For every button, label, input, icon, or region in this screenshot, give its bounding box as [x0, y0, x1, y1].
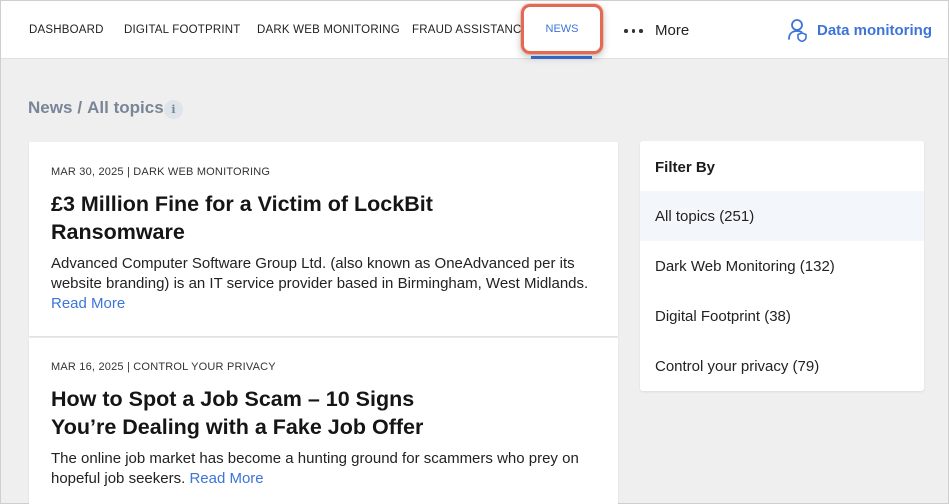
breadcrumb-separator: /	[77, 98, 83, 117]
filter-panel: Filter By All topics (251) Dark Web Moni…	[640, 141, 924, 391]
article-title[interactable]: £3 Million Fine for a Victim of LockBit …	[51, 190, 471, 246]
article-excerpt: Advanced Computer Software Group Ltd. (a…	[51, 254, 601, 314]
article-title-line: How to Spot a Job Scam – 10 Signs	[51, 387, 415, 411]
data-monitoring-label: Data monitoring	[817, 21, 932, 39]
article-title-line: You’re Dealing with a Fake Job Offer	[51, 415, 424, 439]
data-monitoring-button[interactable]: Data monitoring	[787, 1, 932, 59]
article-meta: MAR 30, 2025 | DARK WEB MONITORING	[51, 166, 271, 178]
read-more-link[interactable]: Read More	[51, 295, 125, 312]
nav-fraud-assistance[interactable]: FRAUD ASSISTANCE	[412, 1, 529, 59]
filter-item-digital-footprint[interactable]: Digital Footprint (38)	[640, 291, 924, 341]
filter-item-dark-web-monitoring[interactable]: Dark Web Monitoring (132)	[640, 241, 924, 291]
filter-title: Filter By	[655, 159, 716, 176]
article-excerpt-line: Advanced Computer Software Group Ltd. (a…	[51, 255, 575, 272]
breadcrumb: News / All topics	[28, 98, 164, 118]
article-title[interactable]: How to Spot a Job Scam – 10 Signs You’re…	[51, 385, 471, 441]
nav-dark-web-monitoring[interactable]: DARK WEB MONITORING	[257, 1, 400, 59]
nav-news[interactable]: NEWS	[521, 4, 603, 54]
article-excerpt-line: website branding) is an IT service provi…	[51, 275, 589, 292]
filter-item-all-topics[interactable]: All topics (251)	[640, 191, 924, 241]
nav-digital-footprint[interactable]: DIGITAL FOOTPRINT	[124, 1, 241, 59]
article-title-line: Ransomware	[51, 220, 185, 244]
breadcrumb-section[interactable]: News	[28, 98, 72, 118]
article-card: MAR 30, 2025 | DARK WEB MONITORING £3 Mi…	[29, 142, 618, 336]
info-icon[interactable]: i	[164, 100, 183, 119]
article-title-line: £3 Million Fine for a Victim of LockBit	[51, 192, 433, 216]
user-shield-icon	[788, 19, 807, 42]
article-excerpt: The online job market has become a hunti…	[51, 449, 601, 489]
nav-dashboard[interactable]: DASHBOARD	[29, 1, 104, 59]
breadcrumb-current: All topics	[87, 98, 164, 117]
more-dots-icon[interactable]	[624, 29, 643, 33]
active-tab-underline	[531, 56, 592, 59]
article-card: MAR 16, 2025 | CONTROL YOUR PRIVACY How …	[29, 338, 618, 504]
filter-item-control-your-privacy[interactable]: Control your privacy (79)	[640, 341, 924, 391]
article-meta: MAR 16, 2025 | CONTROL YOUR PRIVACY	[51, 361, 276, 373]
article-excerpt-line: The online job market has become a hunti…	[51, 450, 579, 467]
more-menu-button[interactable]: More	[655, 1, 689, 59]
article-excerpt-line: hopeful job seekers.	[51, 470, 186, 487]
read-more-link[interactable]: Read More	[189, 470, 263, 487]
top-navigation-bar: DASHBOARD DIGITAL FOOTPRINT DARK WEB MON…	[1, 1, 948, 59]
